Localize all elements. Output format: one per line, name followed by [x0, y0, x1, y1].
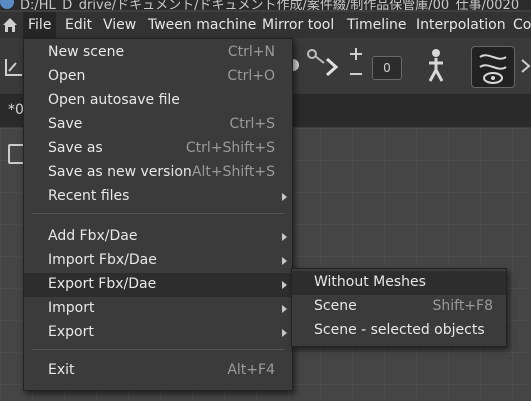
- chevron-right-icon[interactable]: [324, 56, 340, 78]
- more-icon[interactable]: [520, 58, 531, 74]
- curves-eye-icon: [479, 54, 507, 84]
- submenu-arrow-icon: [282, 193, 287, 201]
- frame-stepper[interactable]: 0: [372, 56, 402, 80]
- menu-view[interactable]: View: [98, 12, 141, 38]
- menu-item-shortcut: Ctrl+Shift+S: [185, 140, 275, 156]
- window-title: D:/HL_D_drive/ドキュメント/ドキュメント作成/案件綴/制作品保管庫…: [20, 0, 520, 10]
- menu-item-shortcut: Ctrl+S: [229, 116, 275, 132]
- menu-item-label: Open: [48, 68, 86, 84]
- menu-item-label: Without Meshes: [314, 274, 426, 290]
- menu-item-label: Save as new version: [48, 164, 192, 180]
- character-icon[interactable]: [424, 48, 448, 84]
- menu-mirror-tool[interactable]: Mirror tool: [257, 12, 339, 38]
- menu-item-import-fbx[interactable]: Import Fbx/Dae: [24, 249, 292, 273]
- scene-tab[interactable]: *0: [8, 102, 24, 118]
- submenu-arrow-icon: [282, 281, 287, 289]
- menu-item-label: Save: [48, 116, 83, 132]
- menu-item-shortcut: Ctrl+N: [227, 44, 275, 60]
- submenu-arrow-icon: [282, 257, 287, 265]
- plus-minus-icon[interactable]: [348, 46, 364, 86]
- menu-item-add-fbx[interactable]: Add Fbx/Dae: [24, 225, 292, 249]
- menu-file[interactable]: File: [23, 12, 57, 38]
- menu-interpolation[interactable]: Interpolation: [411, 12, 511, 38]
- menu-tween-machine[interactable]: Tween machine: [143, 12, 261, 38]
- menu-edit[interactable]: Edit: [60, 12, 97, 38]
- menu-item-label: Export: [48, 324, 94, 340]
- menu-item-save[interactable]: Save Ctrl+S: [24, 113, 292, 137]
- menu-item-export[interactable]: Export: [24, 321, 292, 345]
- curves-toggle-button[interactable]: [471, 46, 515, 88]
- menu-item-label: Exit: [48, 362, 75, 378]
- menu-item-save-as[interactable]: Save as Ctrl+Shift+S: [24, 137, 292, 161]
- menu-item-label: Recent files: [48, 188, 130, 204]
- menu-item-save-new-version[interactable]: Save as new version Alt+Shift+S: [24, 161, 292, 185]
- menu-bar: File Edit View Tween machine Mirror tool…: [0, 12, 531, 38]
- menu-item-label: Add Fbx/Dae: [48, 228, 138, 244]
- menu-item-label: Open autosave file: [48, 92, 180, 108]
- menu-item-label: Scene: [314, 298, 357, 314]
- menu-item-import[interactable]: Import: [24, 297, 292, 321]
- menu-item-label: New scene: [48, 44, 125, 60]
- menu-item-recent-files[interactable]: Recent files: [24, 185, 292, 209]
- menu-item-label: Export Fbx/Dae: [48, 276, 157, 292]
- menu-item-label: Import Fbx/Dae: [48, 252, 157, 268]
- menu-item-open-autosave[interactable]: Open autosave file: [24, 89, 292, 113]
- menu-item-export-fbx[interactable]: Export Fbx/Dae: [24, 273, 292, 297]
- submenu-item-scene[interactable]: Scene Shift+F8: [292, 295, 506, 319]
- menu-item-shortcut: Ctrl+O: [227, 68, 275, 84]
- menu-timeline[interactable]: Timeline: [342, 12, 412, 38]
- window-titlebar: D:/HL_D_drive/ドキュメント/ドキュメント作成/案件綴/制作品保管庫…: [0, 0, 531, 10]
- submenu-arrow-icon: [282, 305, 287, 313]
- menu-item-label: Scene - selected objects: [314, 322, 485, 338]
- submenu-arrow-icon: [282, 329, 287, 337]
- axis-tool-icon[interactable]: [2, 56, 24, 78]
- menu-item-label: Save as: [48, 140, 103, 156]
- menu-item-new-scene[interactable]: New scene Ctrl+N: [24, 41, 292, 65]
- menu-item-shortcut: Shift+F8: [432, 298, 493, 314]
- menu-separator: [32, 349, 284, 350]
- menu-item-shortcut: Alt+F4: [227, 362, 275, 378]
- submenu-item-without-meshes[interactable]: Without Meshes: [292, 271, 506, 295]
- file-menu-dropdown: New scene Ctrl+N Open Ctrl+O Open autosa…: [23, 38, 293, 391]
- menu-item-label: Import: [48, 300, 95, 316]
- home-icon[interactable]: [2, 16, 18, 34]
- menu-item-open[interactable]: Open Ctrl+O: [24, 65, 292, 89]
- app-icon: [0, 0, 14, 9]
- submenu-item-scene-selected[interactable]: Scene - selected objects: [292, 319, 506, 343]
- menu-item-exit[interactable]: Exit Alt+F4: [24, 359, 292, 383]
- menu-separator: [32, 213, 284, 214]
- menu-overflow[interactable]: Co: [508, 12, 531, 38]
- menu-item-shortcut: Alt+Shift+S: [191, 164, 275, 180]
- submenu-arrow-icon: [282, 233, 287, 241]
- export-fbx-submenu: Without Meshes Scene Shift+F8 Scene - se…: [291, 268, 507, 347]
